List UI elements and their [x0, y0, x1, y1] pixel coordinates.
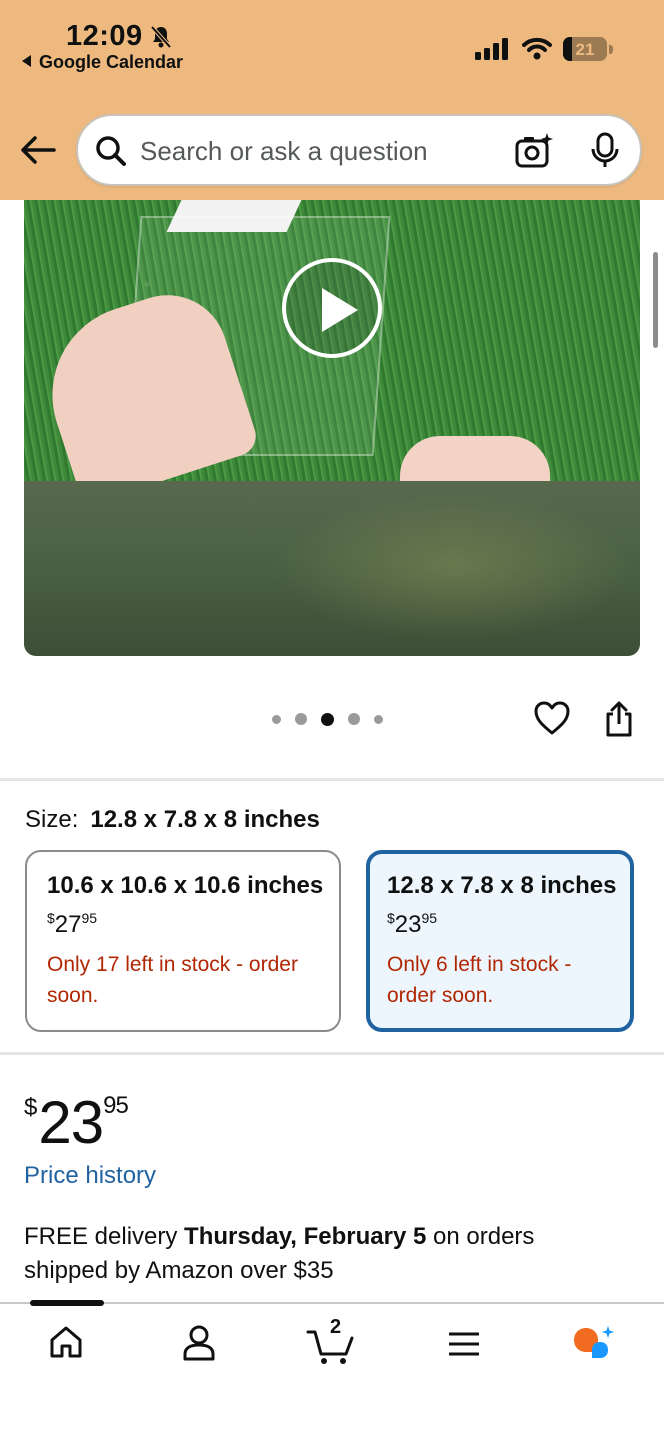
size-label: Size: — [25, 806, 79, 833]
size-option-stock: Only 6 left in stock - order soon. — [387, 953, 572, 1007]
cellular-signal-icon — [475, 38, 508, 60]
image-carousel-dots[interactable] — [272, 712, 383, 726]
search-bar[interactable] — [76, 114, 642, 186]
search-icon — [96, 136, 126, 166]
size-option-stock: Only 17 left in stock - order soon. — [47, 953, 298, 1007]
share-icon[interactable] — [603, 700, 635, 738]
search-input[interactable] — [140, 134, 470, 168]
cart-count-badge: 2 — [330, 1316, 342, 1338]
camera-search-icon[interactable] — [514, 132, 554, 170]
account-icon[interactable] — [181, 1324, 217, 1362]
size-option-price: $2395 — [387, 910, 438, 938]
active-tab-indicator — [30, 1300, 104, 1306]
product-price: $2395 — [24, 1089, 129, 1156]
size-option-price: $2795 — [47, 910, 98, 938]
back-app-label: Google Calendar — [39, 52, 184, 72]
microphone-icon[interactable] — [590, 132, 620, 170]
product-video[interactable] — [24, 200, 640, 656]
divider — [0, 1052, 664, 1055]
home-icon[interactable] — [48, 1324, 84, 1360]
price-history-link[interactable]: Price history — [24, 1162, 156, 1190]
size-option-name: 10.6 x 10.6 x 10.6 inches — [47, 872, 324, 899]
carousel-dot[interactable] — [295, 713, 307, 725]
carousel-dot[interactable] — [272, 714, 281, 724]
size-heading: Size: 12.8 x 7.8 x 8 inches — [25, 806, 320, 834]
divider — [0, 778, 664, 781]
size-option-name: 12.8 x 7.8 x 8 inches — [387, 872, 617, 899]
carousel-dot-active[interactable] — [321, 712, 334, 726]
delivery-date: Thursday, February 5 — [184, 1223, 427, 1250]
scrollbar[interactable] — [653, 252, 658, 348]
video-blurred-area — [24, 481, 640, 656]
size-option-10-6[interactable]: 10.6 x 10.6 x 10.6 inches $2795 Only 17 … — [25, 850, 341, 1032]
status-time: 12:09 — [66, 20, 143, 52]
carousel-dot[interactable] — [348, 713, 360, 725]
size-selected: 12.8 x 7.8 x 8 inches — [90, 806, 320, 833]
rufus-ai-icon[interactable] — [570, 1324, 618, 1366]
menu-icon[interactable] — [447, 1330, 481, 1358]
silent-mode-icon — [150, 25, 172, 49]
heart-icon[interactable] — [533, 700, 571, 736]
back-triangle-icon — [22, 55, 31, 67]
play-icon[interactable] — [282, 258, 382, 358]
back-arrow-icon[interactable] — [20, 134, 56, 166]
wifi-icon — [522, 37, 552, 60]
delivery-info: FREE delivery Thursday, February 5 on or… — [24, 1223, 535, 1284]
app-header: 12:09 Google Calendar 21 — [0, 0, 664, 200]
battery-icon: 21 — [563, 37, 613, 61]
size-option-12-8[interactable]: 12.8 x 7.8 x 8 inches $2395 Only 6 left … — [366, 850, 634, 1032]
battery-level: 21 — [575, 40, 595, 59]
carousel-dot[interactable] — [374, 714, 383, 724]
back-to-app-link[interactable]: Google Calendar — [22, 52, 183, 73]
